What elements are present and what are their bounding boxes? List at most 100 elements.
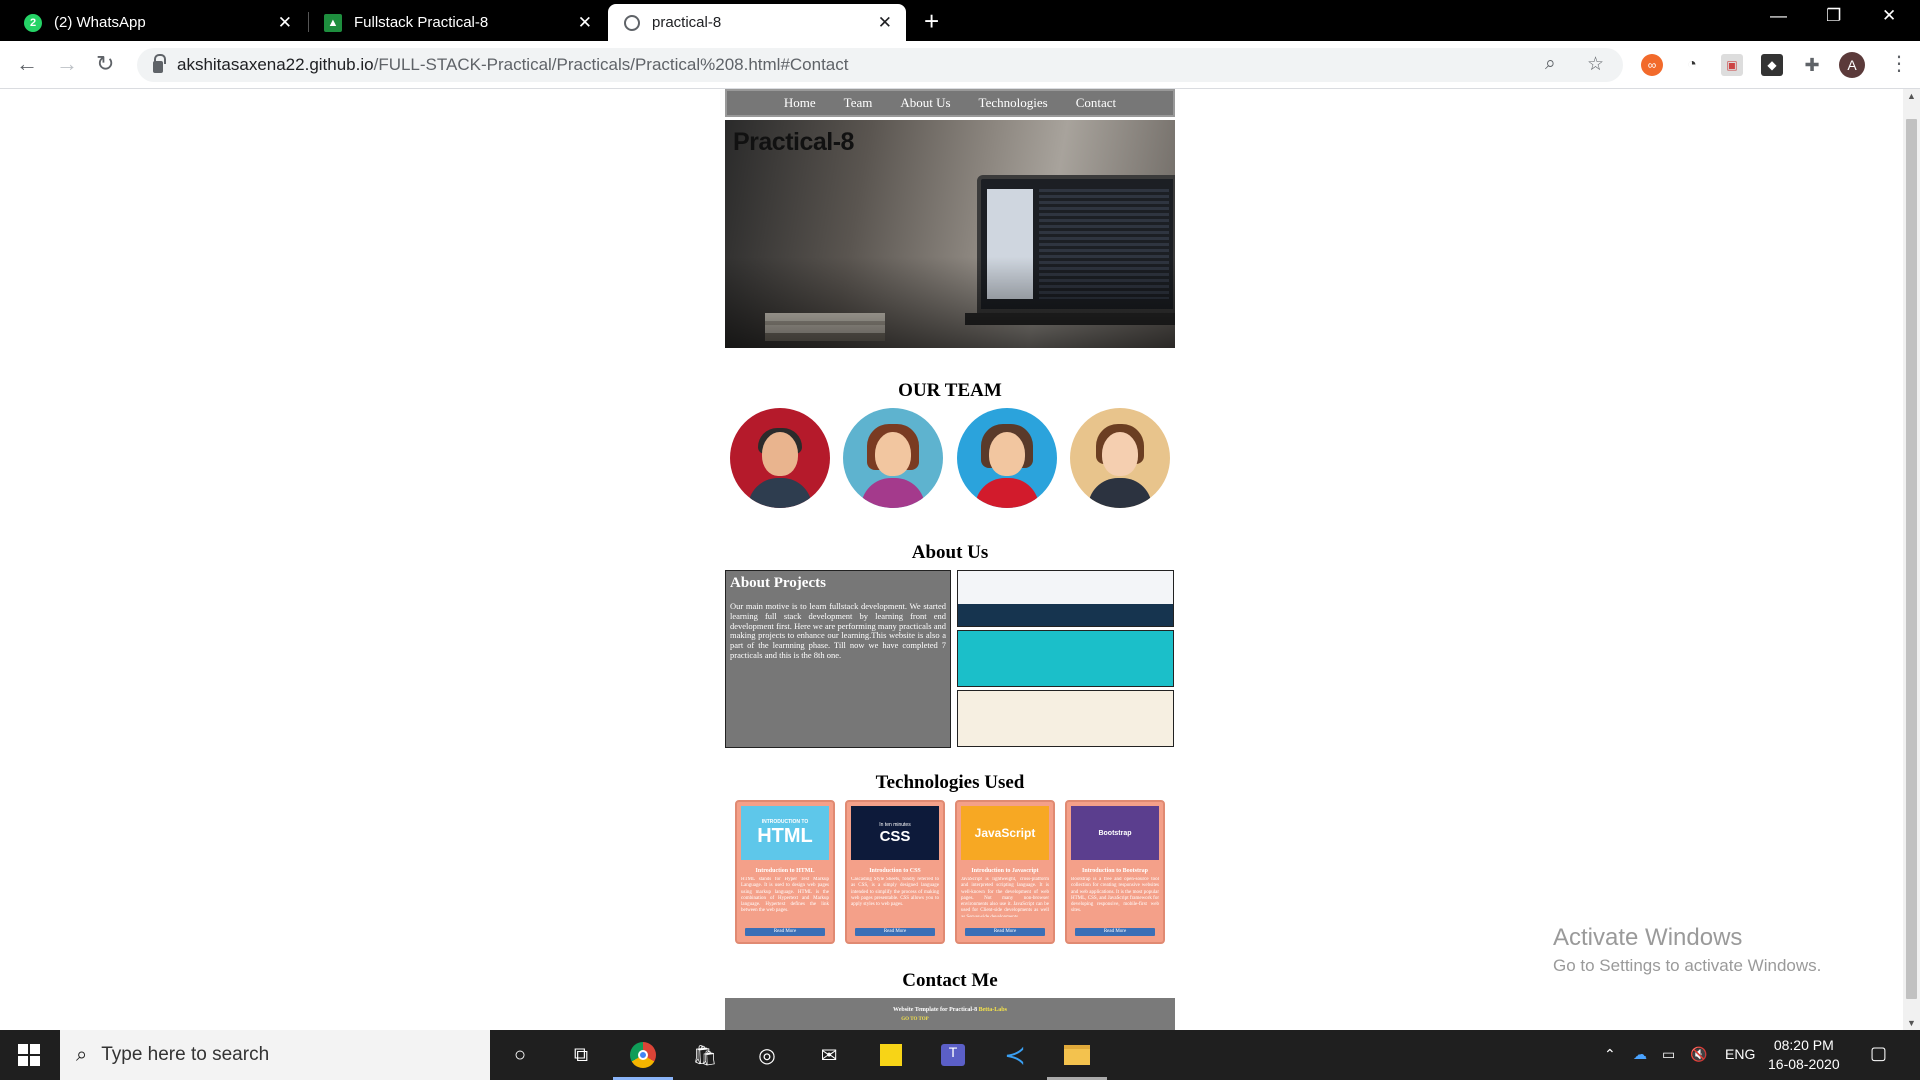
scroll-up-arrow[interactable]: ▲: [1907, 91, 1916, 101]
read-more-button[interactable]: Read More: [745, 928, 825, 936]
page-viewport: Home Team About Us Technologies Contact …: [0, 89, 1903, 1030]
about-box-title: About Projects: [730, 575, 826, 591]
language-indicator[interactable]: ENG: [1725, 1046, 1755, 1062]
tech-card-text: Bootstrap is a free and open-source tool…: [1071, 877, 1159, 914]
restore-icon[interactable]: ❐: [1826, 6, 1841, 26]
screen: 2 (2) WhatsApp ✕ ▲ Fullstack Practical-8…: [0, 0, 1920, 1080]
page-scrollbar[interactable]: ▲ ▼: [1903, 89, 1920, 1030]
practical-site: Home Team About Us Technologies Contact …: [725, 89, 1175, 1030]
go-to-top-link[interactable]: GO TO TOP: [655, 1017, 1175, 1022]
tech-card-title: Introduction to HTML: [755, 868, 815, 874]
javascript-logo: JavaScript: [961, 806, 1049, 860]
battery-icon[interactable]: ▭: [1662, 1046, 1675, 1063]
nav-home-link[interactable]: Home: [784, 95, 816, 111]
file-explorer-icon[interactable]: [1060, 1038, 1094, 1072]
about-box-text: Our main motive is to learn fullstack de…: [730, 601, 946, 660]
tab-practical-8[interactable]: practical-8 ✕: [608, 4, 906, 41]
bookmark-star-icon[interactable]: ☆: [1587, 53, 1604, 76]
watermark-title: Activate Windows: [1553, 924, 1743, 951]
screenshot-extension-icon[interactable]: ▣: [1721, 54, 1743, 76]
chrome-icon[interactable]: [626, 1038, 660, 1072]
scroll-thumb[interactable]: [1906, 119, 1917, 999]
nav-about-link[interactable]: About Us: [900, 95, 950, 111]
mail-icon[interactable]: ✉: [812, 1038, 846, 1072]
tech-card-title: Introduction to CSS: [869, 868, 921, 874]
footer-brand-link[interactable]: Betta-Labs: [979, 1007, 1007, 1013]
technologies-heading: Technologies Used: [875, 772, 1025, 793]
speed-dial-icon[interactable]: ◔: [1681, 54, 1703, 76]
close-icon[interactable]: ✕: [578, 13, 592, 33]
dashboard-illustration: [957, 690, 1174, 747]
close-icon[interactable]: ✕: [878, 13, 892, 33]
read-more-button[interactable]: Read More: [1075, 928, 1155, 936]
lock-icon: [153, 54, 166, 73]
nav-team-link[interactable]: Team: [844, 95, 873, 111]
team-avatars: [725, 408, 1175, 508]
search-icon: ⌕: [76, 1043, 88, 1066]
taskbar-search[interactable]: ⌕ Type here to search: [60, 1030, 490, 1080]
tab-whatsapp[interactable]: 2 (2) WhatsApp ✕: [8, 4, 306, 41]
media-player-icon[interactable]: ◎: [750, 1038, 784, 1072]
store-icon[interactable]: 🛍: [688, 1038, 722, 1072]
system-clock[interactable]: 08:20 PM 16-08-2020: [1768, 1036, 1840, 1074]
tech-card-title: Introduction to Javascript: [971, 868, 1039, 874]
watermark-subtitle: Go to Settings to activate Windows.: [1553, 956, 1822, 975]
minimize-icon[interactable]: —: [1770, 6, 1787, 26]
globe-icon: [624, 14, 640, 31]
tech-card-javascript: JavaScript Introduction to Javascript Ja…: [955, 800, 1055, 944]
vscode-icon[interactable]: ≺: [998, 1038, 1032, 1072]
extension-icon[interactable]: ∞: [1641, 54, 1663, 76]
reload-icon[interactable]: ↻: [96, 51, 114, 77]
read-more-button[interactable]: Read More: [855, 928, 935, 936]
notifications-icon[interactable]: ▢: [1870, 1043, 1887, 1064]
scroll-down-arrow[interactable]: ▼: [1907, 1018, 1916, 1028]
task-view-icon[interactable]: ⧉: [564, 1038, 598, 1072]
forward-icon[interactable]: →: [56, 51, 78, 77]
tech-card-html: INTRODUCTION TO HTML Introduction to HTM…: [735, 800, 835, 944]
profile-avatar[interactable]: A: [1839, 52, 1865, 78]
cube-extension-icon[interactable]: ◆: [1761, 54, 1783, 76]
clock-time: 08:20 PM: [1773, 1037, 1834, 1053]
volume-muted-icon[interactable]: 🔇: [1690, 1046, 1707, 1063]
close-icon[interactable]: ✕: [278, 13, 292, 33]
onedrive-icon[interactable]: ☁: [1633, 1046, 1647, 1063]
team-heading: OUR TEAM: [898, 380, 1002, 401]
puzzle-icon[interactable]: ✚: [1801, 54, 1823, 76]
bootstrap-logo: Bootstrap: [1071, 806, 1159, 860]
tech-card-css: In ten minutes CSS Introduction to CSS C…: [845, 800, 945, 944]
menu-icon[interactable]: ⋮: [1889, 51, 1909, 76]
browser-toolbar: ← → ↻ akshitasaxena22.github.io/FULL-STA…: [0, 41, 1920, 89]
show-hidden-icons[interactable]: ⌃: [1604, 1046, 1616, 1063]
read-more-button[interactable]: Read More: [965, 928, 1045, 936]
close-window-icon[interactable]: ✕: [1882, 6, 1896, 26]
team-member-avatar: [843, 408, 944, 508]
footer-credit: Website Template for Practical-8 Betta-L…: [893, 1007, 1007, 1013]
teams-icon[interactable]: T: [936, 1038, 970, 1072]
nav-technologies-link[interactable]: Technologies: [979, 95, 1048, 111]
html-logo: INTRODUCTION TO HTML: [741, 806, 829, 860]
cortana-icon[interactable]: ○: [503, 1038, 537, 1072]
contact-heading: Contact Me: [902, 970, 998, 991]
nav-contact-link[interactable]: Contact: [1076, 95, 1116, 111]
about-section: About Projects Our main motive is to lea…: [725, 570, 1175, 748]
tech-card-title: Introduction to Bootstrap: [1082, 868, 1148, 874]
address-bar[interactable]: akshitasaxena22.github.io/FULL-STACK-Pra…: [137, 48, 1623, 82]
new-tab-button[interactable]: +: [924, 6, 939, 37]
tab-label: (2) WhatsApp: [54, 14, 146, 31]
tab-label: Fullstack Practical-8: [354, 14, 489, 31]
windows-start-icon[interactable]: [18, 1044, 40, 1066]
site-nav: Home Team About Us Technologies Contact: [725, 89, 1175, 117]
zoom-icon[interactable]: ⌕: [1545, 53, 1556, 75]
about-projects-box: About Projects Our main motive is to lea…: [725, 570, 951, 748]
taskbar: ⌕ Type here to search ○ ⧉ 🛍 ◎ ✉ T ≺ ⌃ ☁ …: [0, 1030, 1920, 1080]
team-member-avatar: [956, 408, 1057, 508]
back-icon[interactable]: ←: [16, 51, 38, 77]
technology-cards: INTRODUCTION TO HTML Introduction to HTM…: [725, 800, 1175, 944]
network-illustration: [957, 630, 1174, 687]
sticky-notes-icon[interactable]: [874, 1038, 908, 1072]
whatsapp-icon: 2: [24, 13, 42, 32]
about-images: [957, 570, 1174, 748]
tech-card-text: Cascading Style Sheets, fondly referred …: [851, 877, 939, 907]
tab-fullstack-practical[interactable]: ▲ Fullstack Practical-8 ✕: [308, 4, 606, 41]
search-placeholder: Type here to search: [101, 1044, 270, 1065]
